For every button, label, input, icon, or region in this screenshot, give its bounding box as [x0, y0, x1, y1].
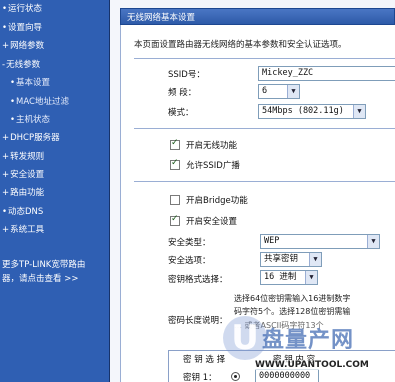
- security-option-value: 共享密钥: [264, 254, 299, 264]
- channel-select[interactable]: 6 ▼: [258, 84, 300, 99]
- nav-item-security-settings[interactable]: +安全设置: [2, 169, 44, 181]
- key1-input[interactable]: 0000000000: [255, 369, 319, 382]
- channel-value: 6: [262, 86, 268, 96]
- allow-ssid-broadcast-checkbox[interactable]: [170, 158, 180, 170]
- nav-item-network-params[interactable]: +网络参数: [2, 40, 44, 52]
- divider: [134, 181, 395, 182]
- ssid-input[interactable]: Mickey_ZZC: [258, 66, 395, 81]
- security-type-label: 安全类型：: [168, 238, 211, 248]
- chevron-down-icon: ▼: [287, 85, 299, 98]
- watermark-title: 盘量产网: [262, 328, 355, 353]
- nav-item-wireless-params[interactable]: -无线参数: [2, 59, 40, 71]
- key-format-label: 密钥格式选择：: [168, 275, 228, 285]
- page-description: 本页面设置路由器无线网络的基本参数和安全认证选项。: [134, 40, 347, 50]
- nav-item-setup-wizard[interactable]: •设置向导: [2, 22, 42, 34]
- security-option-label: 安全选项：: [168, 256, 211, 266]
- key1-label: 密钥 1：: [183, 373, 217, 382]
- watermark-logo: U: [223, 316, 267, 360]
- promo-link-line1[interactable]: 更多TP-LINK宽带路由: [2, 258, 85, 270]
- nav-item-mac-filter[interactable]: •MAC地址过滤: [10, 96, 69, 108]
- nav-item-dhcp-server[interactable]: +DHCP服务器: [2, 132, 60, 144]
- enable-wireless-checkbox[interactable]: [170, 138, 180, 150]
- allow-ssid-broadcast-label: 允许SSID广播: [186, 161, 240, 171]
- nav-item-dynamic-dns[interactable]: •动态DNS: [2, 206, 43, 218]
- security-option-select[interactable]: 共享密钥 ▼: [260, 252, 322, 267]
- nav-item-running-status[interactable]: •运行状态: [2, 3, 42, 15]
- enable-bridge-checkbox[interactable]: [170, 195, 180, 205]
- nav-item-forwarding-rules[interactable]: +转发规则: [2, 151, 44, 163]
- key1-radio[interactable]: [231, 372, 240, 381]
- key-table-header-select: 密 钥 选 择: [183, 355, 226, 365]
- nav-item-basic-settings[interactable]: •基本设置: [10, 77, 50, 89]
- key-format-select[interactable]: 16 进制 ▼: [260, 270, 318, 285]
- panel-title: 无线网络基本设置: [127, 13, 196, 23]
- channel-label: 频 段：: [168, 88, 197, 98]
- nav-item-routing[interactable]: +路由功能: [2, 187, 44, 199]
- enable-bridge-label: 开启Bridge功能: [186, 196, 248, 206]
- key-length-help-line1: 选择64位密钥需输入16进制数字: [234, 294, 351, 303]
- watermark-url: WWW.UPANTOOL.COM: [255, 360, 369, 370]
- divider: [134, 58, 395, 59]
- security-type-value: WEP: [264, 236, 280, 246]
- divider: [134, 128, 395, 129]
- mode-select[interactable]: 54Mbps (802.11g) ▼: [258, 104, 366, 119]
- nav-item-host-status[interactable]: •主机状态: [10, 114, 50, 126]
- key-length-help-line2: 码字符5个。选择128位密钥需输: [234, 307, 351, 316]
- enable-security-checkbox[interactable]: [170, 214, 180, 226]
- chevron-down-icon: ▼: [309, 253, 321, 266]
- chevron-down-icon: ▼: [353, 105, 365, 118]
- key-length-label: 密码长度说明：: [168, 316, 228, 326]
- enable-security-label: 开启安全设置: [186, 217, 238, 227]
- promo-link-line2[interactable]: 器，请点击查看 >>: [2, 272, 78, 284]
- chevron-down-icon: ▼: [367, 235, 379, 248]
- enable-wireless-label: 开启无线功能: [186, 141, 238, 151]
- nav-item-system-tools[interactable]: +系统工具: [2, 224, 44, 236]
- security-type-select[interactable]: WEP ▼: [260, 234, 380, 249]
- panel-titlebar: 无线网络基本设置: [120, 8, 395, 25]
- chevron-down-icon: ▼: [305, 271, 317, 284]
- mode-value: 54Mbps (802.11g): [262, 106, 344, 116]
- radio-dot-icon: [234, 375, 237, 378]
- mode-label: 模式：: [168, 108, 194, 118]
- sidebar: •运行状态 •设置向导 +网络参数 -无线参数 •基本设置 •MAC地址过滤 •…: [0, 0, 110, 382]
- ssid-label: SSID号：: [168, 70, 205, 80]
- key-format-value: 16 进制: [264, 272, 297, 282]
